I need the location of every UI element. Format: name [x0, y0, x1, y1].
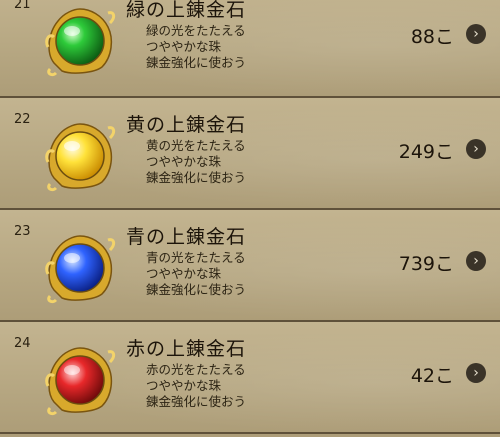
item-description-line: 青の光をたたえる	[146, 250, 246, 265]
item-count: 249こ	[398, 141, 454, 163]
list-item[interactable]: 23 青の上錬金石 青の光をたたえる つややかな珠 錬金強化に使おう 739こ …	[0, 210, 500, 322]
item-description-line: 緑の光をたたえる	[146, 23, 246, 38]
item-index: 23	[14, 224, 31, 239]
item-description-line: 赤の光をたたえる	[146, 362, 246, 377]
item-description-line: つややかな珠	[146, 39, 222, 54]
list-item[interactable]: 24 赤の上錬金石 赤の光をたたえる つややかな珠 錬金強化に使おう 42こ ›	[0, 322, 500, 434]
item-description-line: 錬金強化に使おう	[146, 55, 247, 70]
item-count: 88こ	[410, 26, 454, 48]
item-name: 赤の上錬金石	[126, 338, 247, 360]
chevron-right-icon[interactable]: ›	[466, 251, 486, 271]
item-description-line: 錬金強化に使おう	[146, 282, 247, 297]
green-gem-icon	[45, 8, 116, 77]
item-count: 739こ	[398, 253, 454, 275]
item-index: 22	[14, 112, 31, 127]
list-item[interactable]: 22 黄の上錬金石 黄の光をたたえる つややかな珠 錬金強化に使おう 249こ …	[0, 98, 500, 210]
item-index: 21	[14, 0, 31, 12]
chevron-right-icon[interactable]: ›	[466, 24, 486, 44]
blue-gem-icon	[45, 235, 116, 304]
item-count: 42こ	[410, 365, 454, 387]
yellow-gem-icon	[45, 123, 116, 192]
item-description: 緑の光をたたえる つややかな珠 錬金強化に使おう	[146, 23, 246, 71]
item-name: 黄の上錬金石	[126, 114, 247, 136]
item-name: 緑の上錬金石	[126, 0, 247, 21]
list-item[interactable]: 21 緑の上錬金石 緑の光をたたえる つややかな珠 錬金強化に使おう 88こ ›	[0, 0, 500, 98]
chevron-right-icon[interactable]: ›	[466, 363, 486, 383]
item-list: 21 緑の上錬金石 緑の光をたたえる つややかな珠 錬金強化に使おう 88こ ›…	[0, 0, 500, 434]
item-description-line: 錬金強化に使おう	[146, 170, 247, 185]
item-description-line: 黄の光をたたえる	[146, 138, 246, 153]
item-description: 赤の光をたたえる つややかな珠 錬金強化に使おう	[146, 362, 246, 410]
item-description-line: つややかな珠	[146, 154, 222, 169]
item-description-line: つややかな珠	[146, 266, 222, 281]
item-index: 24	[14, 336, 31, 351]
chevron-right-icon[interactable]: ›	[466, 139, 486, 159]
red-gem-icon	[45, 347, 116, 416]
item-description: 黄の光をたたえる つややかな珠 錬金強化に使おう	[146, 138, 246, 186]
item-description: 青の光をたたえる つややかな珠 錬金強化に使おう	[146, 250, 246, 298]
item-name: 青の上錬金石	[126, 226, 247, 248]
item-description-line: つややかな珠	[146, 378, 222, 393]
item-description-line: 錬金強化に使おう	[146, 394, 247, 409]
